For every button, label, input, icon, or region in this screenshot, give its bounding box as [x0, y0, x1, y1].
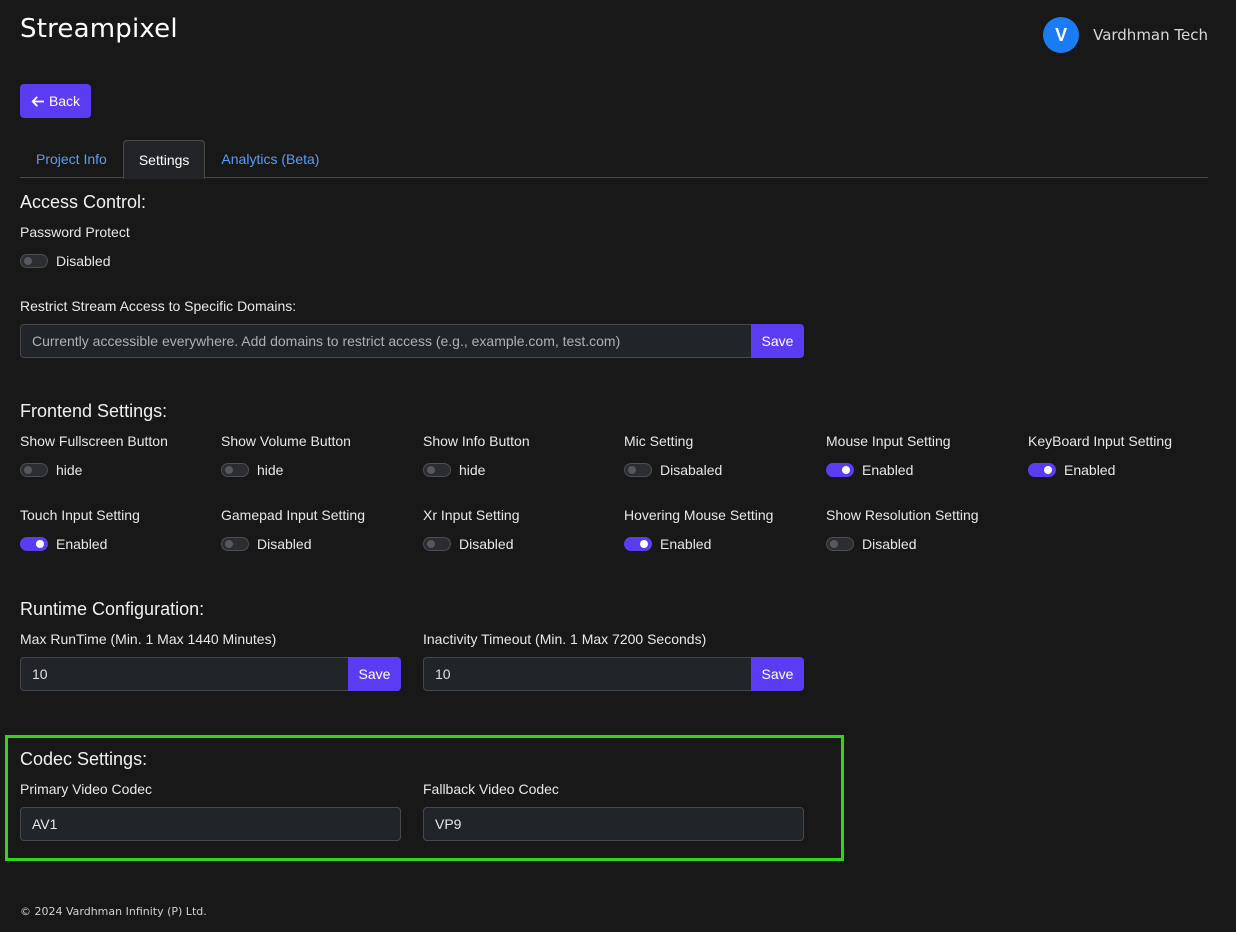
show-volume-button-switch[interactable]: [221, 463, 249, 477]
show-info-button-toggle-row: hide: [423, 462, 485, 478]
max-runtime-input[interactable]: 10: [20, 657, 348, 691]
codec-settings-heading: Codec Settings:: [20, 749, 148, 769]
show-info-button-label: Show Info Button: [423, 433, 530, 449]
mouse-input-setting-state: Enabled: [862, 462, 914, 478]
primary-codec-label: Primary Video Codec: [20, 781, 153, 797]
avatar[interactable]: V: [1043, 17, 1080, 53]
touch-input-setting-label: Touch Input Setting: [20, 507, 140, 523]
domains-input[interactable]: Currently accessible everywhere. Add dom…: [20, 324, 751, 358]
switch-knob: [1044, 466, 1052, 474]
mic-setting-state: Disabaled: [660, 462, 723, 478]
switch-knob: [24, 257, 32, 265]
switch-knob: [427, 540, 435, 548]
domains-input-group: Currently accessible everywhere. Add dom…: [20, 324, 804, 358]
show-info-button-switch[interactable]: [423, 463, 451, 477]
show-info-button-state: hide: [459, 462, 486, 478]
mouse-input-setting-switch[interactable]: [826, 463, 854, 477]
arrow-left-icon: [31, 96, 44, 106]
password-protect-toggle-row: Disabled: [20, 253, 110, 269]
inactivity-timeout-input-group: 10 Save: [423, 657, 804, 691]
tab-settings[interactable]: Settings: [122, 140, 206, 179]
keyboard-input-setting-switch[interactable]: [1028, 463, 1056, 477]
show-volume-button-label: Show Volume Button: [221, 433, 351, 449]
switch-knob: [36, 540, 44, 548]
hovering-mouse-setting-toggle-row: Enabled: [624, 536, 711, 552]
inactivity-timeout-save-button[interactable]: Save: [751, 657, 804, 691]
touch-input-setting-state: Enabled: [56, 536, 108, 552]
xr-input-setting-state: Disabled: [459, 536, 514, 552]
frontend-settings-heading: Frontend Settings:: [20, 401, 168, 421]
primary-codec-select[interactable]: AV1: [20, 807, 401, 841]
switch-knob: [628, 466, 636, 474]
show-fullscreen-button-state: hide: [56, 462, 83, 478]
user-name: Vardhman Tech: [1093, 26, 1208, 44]
hovering-mouse-setting-label: Hovering Mouse Setting: [624, 507, 774, 523]
tab-bar: Project Info Settings Analytics (Beta): [20, 140, 1208, 179]
fallback-codec-select[interactable]: VP9: [423, 807, 804, 841]
tab-project-info[interactable]: Project Info: [20, 140, 123, 178]
touch-input-setting-toggle-row: Enabled: [20, 536, 107, 552]
gamepad-input-setting-state: Disabled: [257, 536, 312, 552]
brand-logo[interactable]: Streampixel: [20, 14, 178, 44]
inactivity-timeout-input[interactable]: 10: [423, 657, 751, 691]
switch-knob: [225, 540, 233, 548]
back-button[interactable]: Back: [20, 84, 91, 118]
keyboard-input-setting-state: Enabled: [1064, 462, 1116, 478]
switch-knob: [24, 466, 32, 474]
password-protect-switch[interactable]: [20, 254, 48, 268]
mouse-input-setting-toggle-row: Enabled: [826, 462, 913, 478]
mic-setting-toggle-row: Disabaled: [624, 462, 722, 478]
switch-knob: [640, 540, 648, 548]
inactivity-timeout-label: Inactivity Timeout (Min. 1 Max 7200 Seco…: [423, 631, 707, 647]
switch-knob: [830, 540, 838, 548]
hovering-mouse-setting-state: Enabled: [660, 536, 712, 552]
show-volume-button-toggle-row: hide: [221, 462, 283, 478]
show-resolution-setting-toggle-row: Disabled: [826, 536, 916, 552]
tab-analytics[interactable]: Analytics (Beta): [205, 140, 335, 178]
gamepad-input-setting-toggle-row: Disabled: [221, 536, 311, 552]
footer-copyright: © 2024 Vardhman Infinity (P) Ltd.: [20, 905, 207, 918]
touch-input-setting-switch[interactable]: [20, 537, 48, 551]
show-fullscreen-button-toggle-row: hide: [20, 462, 82, 478]
domains-label: Restrict Stream Access to Specific Domai…: [20, 298, 297, 314]
hovering-mouse-setting-switch[interactable]: [624, 537, 652, 551]
mic-setting-label: Mic Setting: [624, 433, 694, 449]
domains-save-button[interactable]: Save: [751, 324, 804, 358]
switch-knob: [427, 466, 435, 474]
max-runtime-input-group: 10 Save: [20, 657, 401, 691]
password-protect-label: Password Protect: [20, 224, 130, 240]
show-resolution-setting-label: Show Resolution Setting: [826, 507, 979, 523]
show-fullscreen-button-label: Show Fullscreen Button: [20, 433, 168, 449]
max-runtime-label: Max RunTime (Min. 1 Max 1440 Minutes): [20, 631, 277, 647]
xr-input-setting-switch[interactable]: [423, 537, 451, 551]
access-control-heading: Access Control:: [20, 192, 147, 212]
user-menu[interactable]: V Vardhman Tech: [1043, 17, 1208, 53]
switch-knob: [842, 466, 850, 474]
gamepad-input-setting-switch[interactable]: [221, 537, 249, 551]
mic-setting-switch[interactable]: [624, 463, 652, 477]
xr-input-setting-label: Xr Input Setting: [423, 507, 520, 523]
password-protect-state: Disabled: [56, 253, 111, 269]
xr-input-setting-toggle-row: Disabled: [423, 536, 513, 552]
fallback-codec-label: Fallback Video Codec: [423, 781, 559, 797]
gamepad-input-setting-label: Gamepad Input Setting: [221, 507, 365, 523]
max-runtime-save-button[interactable]: Save: [348, 657, 401, 691]
keyboard-input-setting-toggle-row: Enabled: [1028, 462, 1115, 478]
back-label: Back: [48, 93, 81, 109]
mouse-input-setting-label: Mouse Input Setting: [826, 433, 951, 449]
switch-knob: [225, 466, 233, 474]
show-volume-button-state: hide: [257, 462, 284, 478]
show-fullscreen-button-switch[interactable]: [20, 463, 48, 477]
keyboard-input-setting-label: KeyBoard Input Setting: [1028, 433, 1172, 449]
show-resolution-setting-switch[interactable]: [826, 537, 854, 551]
show-resolution-setting-state: Disabled: [862, 536, 917, 552]
runtime-configuration-heading: Runtime Configuration:: [20, 599, 205, 619]
